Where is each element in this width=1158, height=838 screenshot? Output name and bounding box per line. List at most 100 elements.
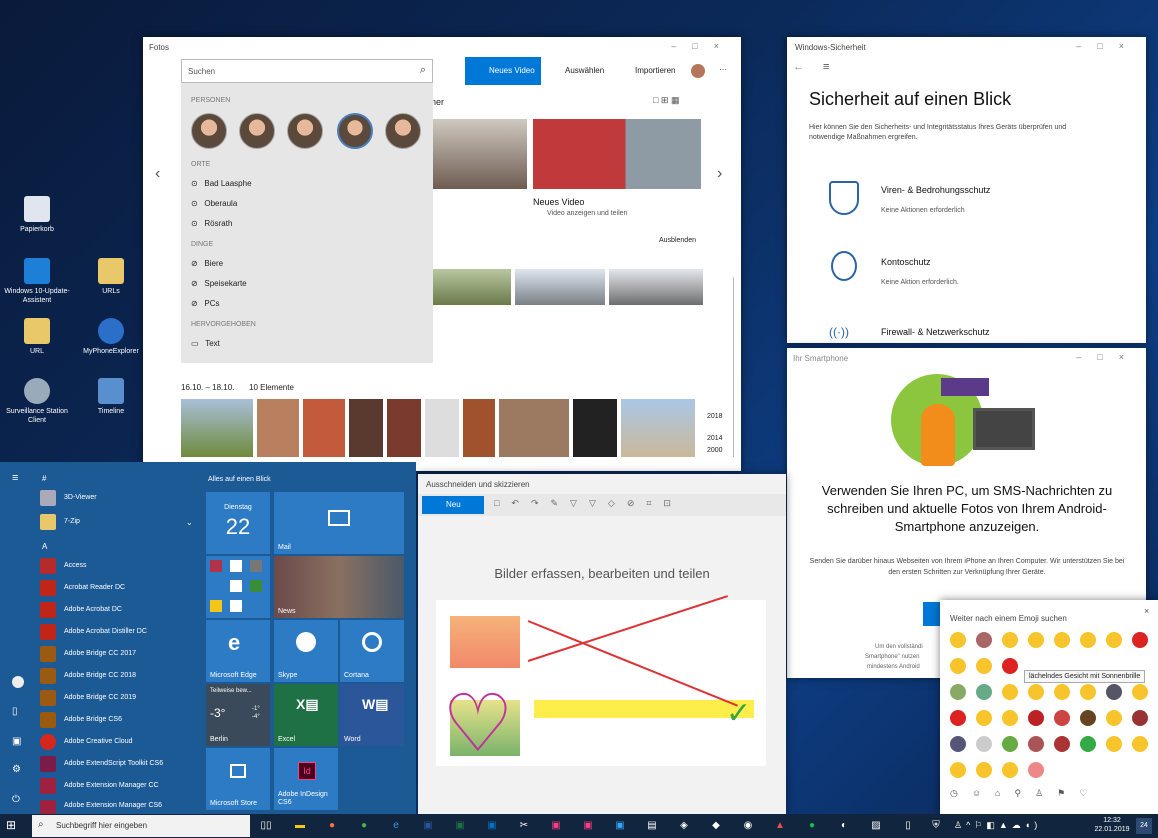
calendar-tile[interactable]: Dienstag 22 — [206, 492, 270, 554]
urls-folder-icon[interactable]: URLs — [76, 258, 146, 296]
toolbar-tools[interactable]: □↶↷✎▽▽◇⊘⌗⊡ — [494, 498, 683, 509]
security-card[interactable]: Viren- & Bedrohungsschutz Keine Aktionen… — [815, 167, 1105, 239]
cortana-tile[interactable]: Cortana — [340, 620, 404, 682]
documents-icon[interactable]: ▯ — [12, 706, 18, 717]
person-avatar[interactable] — [287, 113, 323, 149]
edge-icon[interactable]: e — [386, 814, 406, 838]
word-icon[interactable]: ▣ — [418, 814, 438, 838]
photo-thumb[interactable] — [433, 119, 527, 189]
skype-tile[interactable]: Skype — [274, 620, 338, 682]
photo-thumb[interactable] — [463, 399, 495, 457]
photo-thumb[interactable] — [499, 399, 569, 457]
photo-thumb[interactable] — [257, 399, 299, 457]
person-avatar[interactable] — [191, 113, 227, 149]
app-icon[interactable]: ◉ — [738, 814, 758, 838]
view-toggle[interactable]: □ ⊞ ▦ — [653, 95, 679, 106]
app-item[interactable]: Adobe Bridge CC 2019 — [40, 688, 136, 708]
new-snip-button[interactable]: Neu — [422, 496, 484, 514]
app-item[interactable]: 7-Zip — [40, 512, 80, 532]
word-tile[interactable]: W▤ Word — [340, 684, 404, 746]
person-avatar[interactable] — [385, 113, 421, 149]
window-controls[interactable]: –□× — [1076, 352, 1140, 362]
photos-icon[interactable]: ▨ — [866, 814, 886, 838]
explorer-icon[interactable]: ▬ — [290, 814, 310, 838]
app-item[interactable]: Access — [40, 556, 87, 576]
emoji-grid[interactable] — [950, 632, 1148, 782]
photo-thumb[interactable] — [349, 399, 383, 457]
indesign-icon[interactable]: ▣ — [546, 814, 566, 838]
window-controls[interactable]: –□× — [1076, 41, 1140, 51]
app-item[interactable]: 3D-Viewer — [40, 488, 97, 508]
news-tile[interactable]: News — [274, 556, 404, 618]
photo-thumb[interactable] — [573, 399, 617, 457]
spotify-icon[interactable]: ● — [802, 814, 822, 838]
app-icon[interactable]: ◐ — [834, 814, 854, 838]
photo-thumb[interactable] — [303, 399, 345, 457]
photo-thumb[interactable] — [425, 399, 459, 457]
person-avatar[interactable] — [337, 113, 373, 149]
indesign-icon[interactable]: ▣ — [578, 814, 598, 838]
app-item[interactable]: Adobe Acrobat Distiller DC — [40, 622, 147, 642]
timeline-icon[interactable]: Timeline — [76, 378, 146, 416]
app-item[interactable]: Adobe Extension Manager CS6 — [40, 798, 162, 814]
recycle-bin-icon[interactable]: Papierkorb — [2, 196, 72, 234]
security-card[interactable]: Kontoschutz Keine Aktion erforderlich. — [815, 241, 1105, 309]
excel-tile[interactable]: X▤ Excel — [274, 684, 338, 746]
photo-thumb[interactable] — [533, 119, 701, 189]
app-item[interactable]: Adobe ExtendScript Toolkit CS6 — [40, 754, 163, 774]
weather-tile[interactable]: Teilweise bew... -3° -1° -4° Berlin — [206, 684, 270, 746]
chrome-icon[interactable]: ● — [354, 814, 374, 838]
photo-thumb[interactable] — [609, 269, 703, 305]
next-arrow-icon[interactable]: › — [717, 165, 722, 183]
import-button[interactable]: Importieren — [635, 66, 675, 75]
settings-icon[interactable]: ⚙ — [12, 764, 21, 775]
thing-item[interactable]: ⊘ Speisekarte — [191, 279, 247, 288]
featured-item[interactable]: ▭ Text — [191, 339, 220, 348]
menu-icon[interactable]: ≡ — [823, 61, 829, 73]
security-icon[interactable]: ◈ — [674, 814, 694, 838]
indesign-tile[interactable]: Id Adobe InDesign CS6 — [274, 748, 338, 810]
app-item[interactable]: Adobe Acrobat DC — [40, 600, 122, 620]
mail-tile[interactable]: Mail — [274, 492, 404, 554]
prev-arrow-icon[interactable]: ‹ — [155, 165, 160, 183]
window-controls[interactable]: –□× — [671, 41, 735, 51]
clock-time[interactable]: 12:32 — [1092, 817, 1132, 824]
app-item[interactable]: Acrobat Reader DC — [40, 578, 125, 598]
acrobat-icon[interactable]: ▲ — [770, 814, 790, 838]
snip-icon[interactable]: ✂ — [514, 814, 534, 838]
emoji-category-bar[interactable]: ◷☺⌂⚲♙⚑♡ — [950, 788, 1101, 799]
app-item[interactable]: Adobe Creative Cloud — [40, 732, 133, 752]
photo-thumb[interactable] — [387, 399, 421, 457]
more-button[interactable]: ··· — [719, 65, 727, 74]
notes-icon[interactable]: ▤ — [642, 814, 662, 838]
timeline-scrubber[interactable] — [733, 277, 734, 457]
hide-button[interactable]: Ausblenden — [659, 237, 696, 244]
chevron-down-icon[interactable]: ⌄ — [186, 518, 193, 527]
photo-thumb[interactable] — [621, 399, 695, 457]
search-box[interactable]: Suchen ⌕ — [181, 59, 433, 83]
shield-icon[interactable]: ⛨ — [926, 814, 946, 838]
start-button[interactable]: ⊞ — [6, 818, 22, 834]
phone-icon[interactable]: ▯ — [898, 814, 918, 838]
hamburger-icon[interactable]: ≡ — [12, 472, 18, 484]
thing-item[interactable]: ⊘ Biere — [191, 259, 223, 268]
small-tiles-group[interactable] — [206, 556, 270, 618]
close-icon[interactable]: × — [1144, 606, 1149, 616]
surveillance-station-icon[interactable]: Surveillance Station Client — [2, 378, 72, 425]
app-item[interactable]: Adobe Bridge CC 2018 — [40, 666, 136, 686]
pictures-icon[interactable]: ▣ — [12, 736, 21, 747]
photo-thumb[interactable] — [433, 269, 511, 305]
url-folder-icon[interactable]: URL — [2, 318, 72, 356]
system-tray[interactable]: ♙^⚐◧▲☁◖) — [954, 820, 1041, 831]
user-avatar[interactable] — [12, 676, 24, 688]
app-item[interactable]: Adobe Bridge CC 2017 — [40, 644, 136, 664]
myphoneexplorer-icon[interactable]: MyPhoneExplorer — [76, 318, 146, 356]
notification-badge[interactable]: 24 — [1136, 818, 1152, 834]
photo-thumb[interactable] — [181, 399, 253, 457]
firefox-icon[interactable]: ● — [322, 814, 342, 838]
app-item[interactable]: Adobe Bridge CS6 — [40, 710, 122, 730]
photo-thumb[interactable] — [515, 269, 605, 305]
new-video-button[interactable]: Neues Video — [465, 57, 541, 85]
select-button[interactable]: Auswählen — [565, 66, 604, 75]
photoshop-icon[interactable]: ▣ — [610, 814, 630, 838]
